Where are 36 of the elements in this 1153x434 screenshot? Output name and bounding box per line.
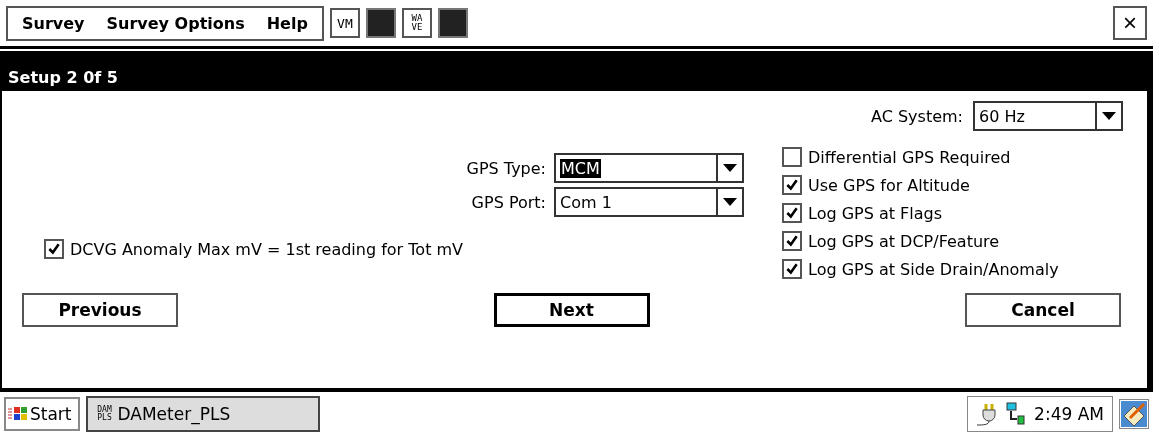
- checkbox-label: Use GPS for Altitude: [808, 175, 970, 195]
- checkbox[interactable]: [44, 239, 64, 259]
- dialog-button[interactable]: Previous: [22, 293, 178, 327]
- checkbox[interactable]: [782, 175, 802, 195]
- toolbar-button[interactable]: WA VE: [401, 8, 432, 38]
- clock: 2:49 AM: [1034, 404, 1104, 424]
- start-button[interactable]: Start: [4, 397, 80, 431]
- close-button[interactable]: ×: [1113, 6, 1147, 40]
- checkbox-label: Differential GPS Required: [808, 147, 1011, 167]
- toolbar-button[interactable]: [365, 8, 396, 38]
- checkbox-label: Log GPS at Flags: [808, 203, 943, 223]
- gps-type-dropdown[interactable]: MCM: [554, 153, 744, 183]
- checkbox[interactable]: [782, 147, 802, 167]
- windows-flag-icon: [8, 405, 28, 423]
- menu-item[interactable]: Survey Options: [106, 13, 245, 33]
- checkbox[interactable]: [782, 259, 802, 279]
- pen-notepad-icon[interactable]: [1119, 399, 1149, 429]
- network-icon: [1004, 402, 1027, 426]
- dialog-button[interactable]: Cancel: [965, 293, 1121, 327]
- checkbox[interactable]: [782, 203, 802, 223]
- field-label: GPS Type:: [466, 158, 546, 178]
- menu-item[interactable]: Help: [266, 13, 308, 33]
- window-title: Setup 2 0f 5: [8, 68, 118, 87]
- menu-item[interactable]: Survey: [22, 13, 85, 33]
- toolbar-button[interactable]: [437, 8, 468, 38]
- gps-port-dropdown[interactable]: Com 1: [554, 187, 744, 217]
- dialog-button[interactable]: Next: [493, 293, 650, 327]
- checkbox-label: Log GPS at DCP/Feature: [808, 231, 1000, 251]
- toolbar-button[interactable]: VM: [329, 8, 360, 38]
- checkbox-label: Log GPS at Side Drain/Anomaly: [808, 259, 1059, 279]
- checkbox-label: DCVG Anomaly Max mV = 1st reading for Tot mV: [70, 239, 463, 259]
- field-label: GPS Port:: [471, 192, 546, 212]
- field-label: AC System:: [871, 106, 963, 126]
- app-icon: DAM PLS: [93, 406, 116, 422]
- checkbox[interactable]: [782, 231, 802, 251]
- ac-system-dropdown[interactable]: 60 Hz: [973, 101, 1123, 131]
